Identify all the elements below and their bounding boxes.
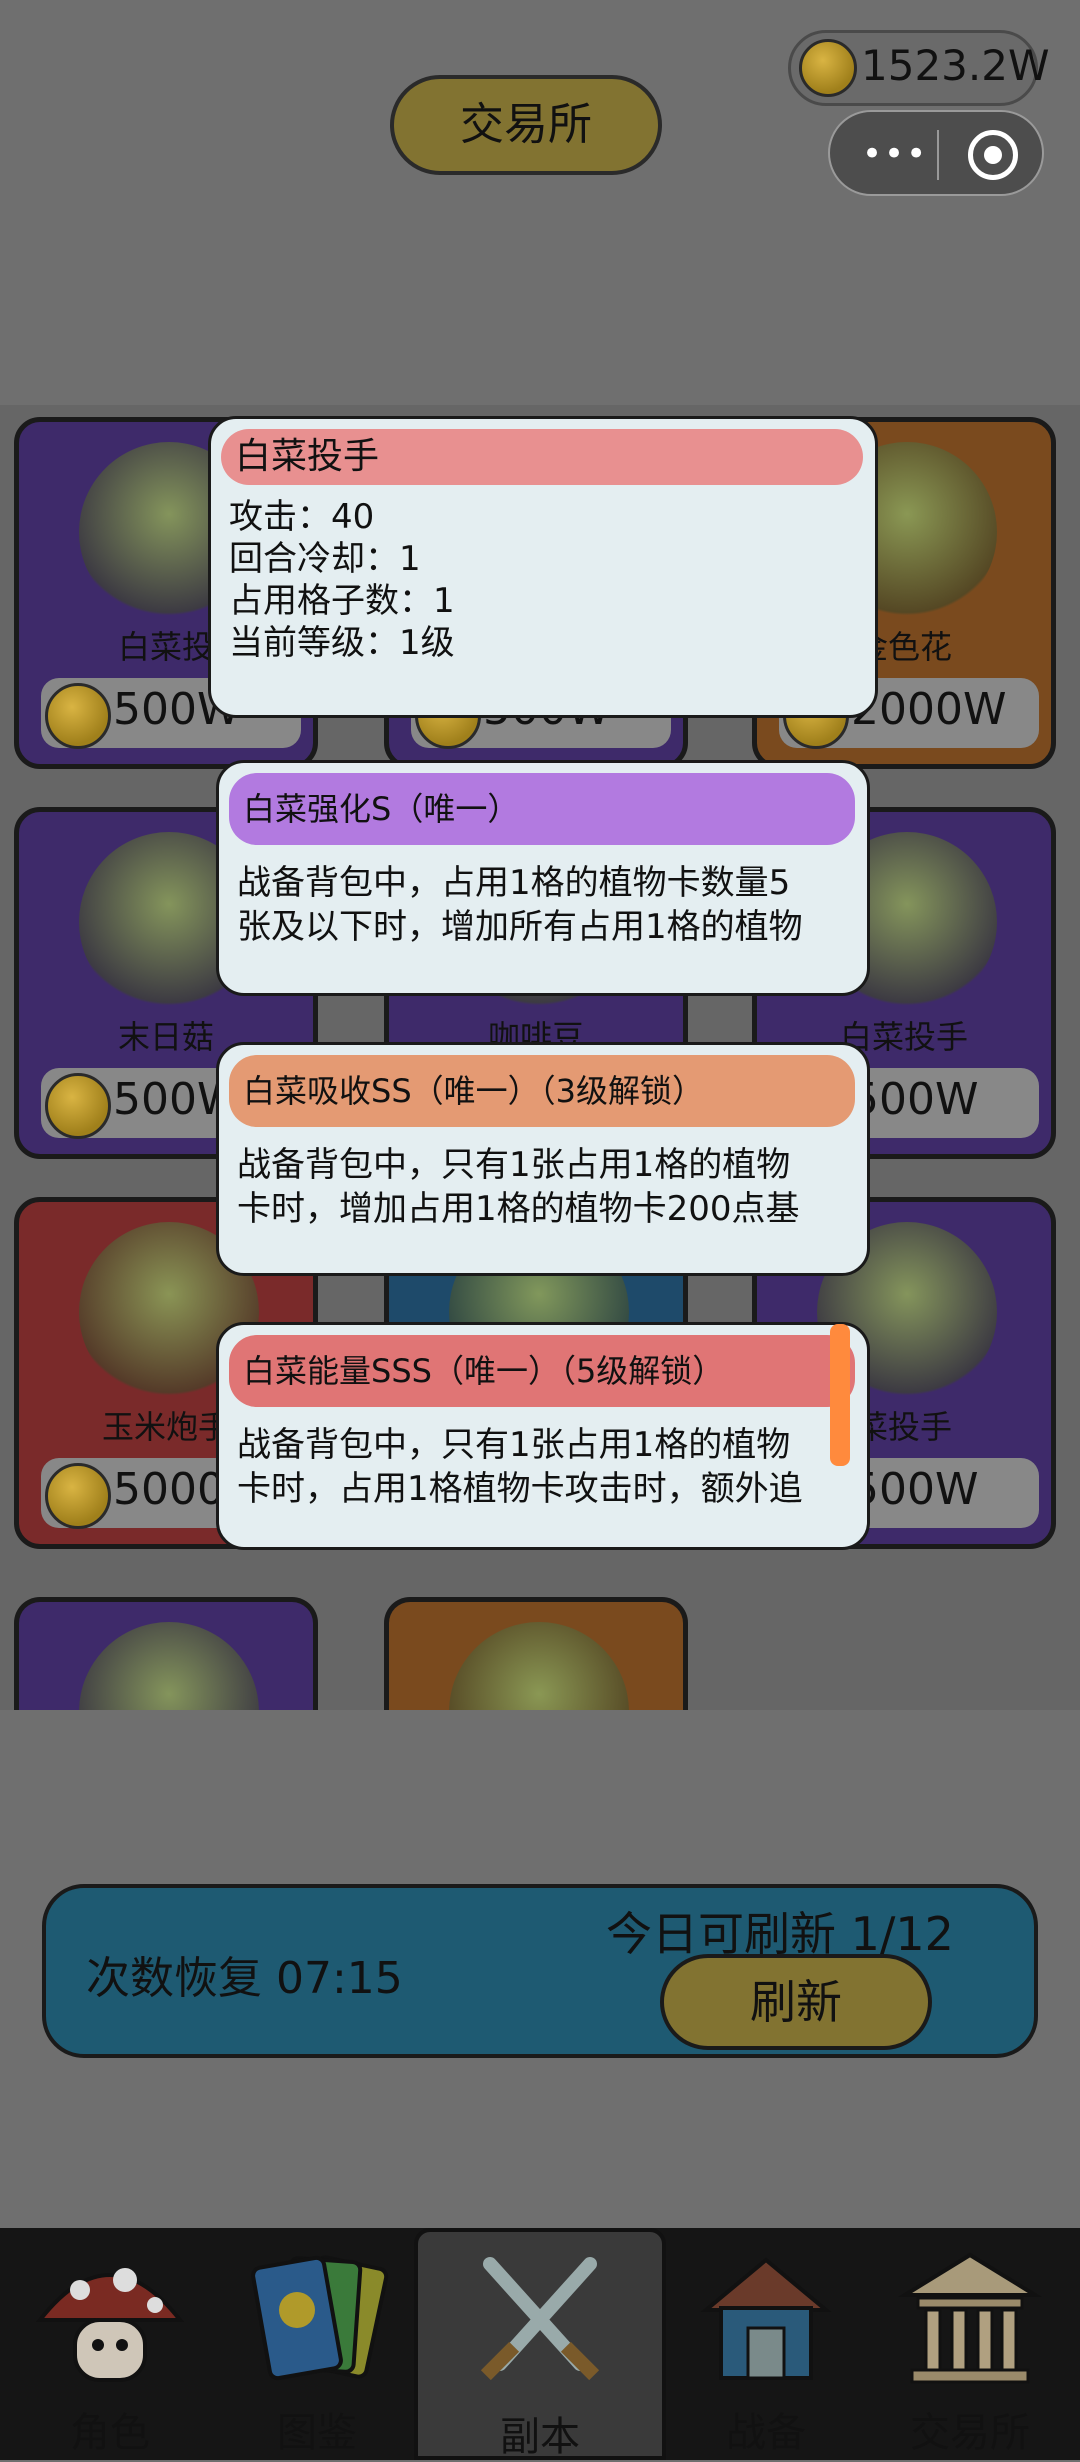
crossed-swords-icon: [480, 2257, 600, 2381]
coin-icon: [45, 1463, 111, 1529]
skill-title: 白菜强化S（唯一）: [229, 773, 855, 845]
item-card[interactable]: [14, 1597, 318, 1710]
skill-desc-line: 卡时，占用1格植物卡攻击时，额外追: [237, 1469, 803, 1509]
nav-label: 交易所: [910, 2410, 1030, 2456]
nav-item-dungeon[interactable]: 副本: [414, 2228, 666, 2460]
coin-icon: [45, 1073, 111, 1139]
page-title: 交易所: [390, 75, 662, 175]
skill-title: 白菜吸收SS（唯一）（3级解锁）: [229, 1055, 855, 1127]
nav-label: 角色: [70, 2410, 150, 2456]
skill-popup: 白菜吸收SS（唯一）（3级解锁） 战备背包中，只有1张占用1格的植物 卡时，增加…: [216, 1042, 870, 1276]
nav-item-prep[interactable]: 战备: [666, 2228, 866, 2460]
recover-timer: 次数恢复 07:15: [86, 1953, 403, 2004]
coin-balance: 1523.2W: [788, 30, 1050, 106]
coin-icon: [799, 39, 857, 97]
coin-amount: 1523.2W: [861, 41, 1050, 90]
coin-icon: [45, 683, 111, 749]
bank-icon: [897, 2252, 1043, 2384]
bottom-nav: 角色 图鉴 副本 战备 交易所: [0, 2228, 1080, 2460]
level-stat: 当前等级：1级: [229, 623, 455, 663]
mushroom-icon: [35, 2268, 185, 2382]
plant-info-popup: 白菜投手 攻击：40 回合冷却：1 占用格子数：1 当前等级：1级: [208, 416, 878, 718]
price-value: 5000: [113, 1464, 225, 1515]
refresh-button[interactable]: 刷新: [660, 1954, 932, 2050]
nav-item-exchange[interactable]: 交易所: [866, 2228, 1074, 2460]
nav-label: 图鉴: [277, 2410, 357, 2456]
skill-desc-line: 张及以下时，增加所有占用1格的植物: [237, 907, 803, 947]
skill-title: 白菜能量SSS（唯一）（5级解锁）: [229, 1335, 855, 1407]
nav-item-handbook[interactable]: 图鉴: [214, 2228, 420, 2460]
more-icon[interactable]: •••: [862, 134, 928, 174]
mini-program-capsule: •••: [828, 110, 1044, 196]
capsule-divider: [937, 130, 939, 180]
skill-desc-line: 战备背包中，只有1张占用1格的植物: [237, 1145, 791, 1185]
skill-popup: 白菜强化S（唯一） 战备背包中，占用1格的植物卡数量5 张及以下时，增加所有占用…: [216, 760, 870, 996]
scroll-indicator: [830, 1324, 850, 1466]
plant-portrait: [449, 1622, 629, 1710]
skill-desc-line: 战备背包中，占用1格的植物卡数量5: [237, 863, 791, 903]
popup-title: 白菜投手: [221, 429, 863, 485]
nav-item-role[interactable]: 角色: [6, 2228, 214, 2460]
price-value: 500W: [851, 1464, 979, 1515]
plant-portrait: [79, 1622, 259, 1710]
refresh-panel: 次数恢复 07:15 今日可刷新 1/12 刷新: [42, 1884, 1038, 2058]
item-card[interactable]: [384, 1597, 688, 1710]
house-icon: [700, 2257, 832, 2380]
price-value: 500W: [851, 1074, 979, 1125]
nav-label: 副本: [500, 2414, 580, 2460]
nav-label: 战备: [726, 2410, 806, 2456]
close-target-icon[interactable]: [968, 130, 1018, 180]
cards-icon: [251, 2255, 389, 2381]
skill-desc-line: 卡时，增加占用1格的植物卡200点基: [237, 1189, 800, 1229]
skill-desc-line: 战备背包中，只有1张占用1格的植物: [237, 1425, 791, 1465]
skill-popup: 白菜能量SSS（唯一）（5级解锁） 战备背包中，只有1张占用1格的植物 卡时，占…: [216, 1322, 870, 1550]
